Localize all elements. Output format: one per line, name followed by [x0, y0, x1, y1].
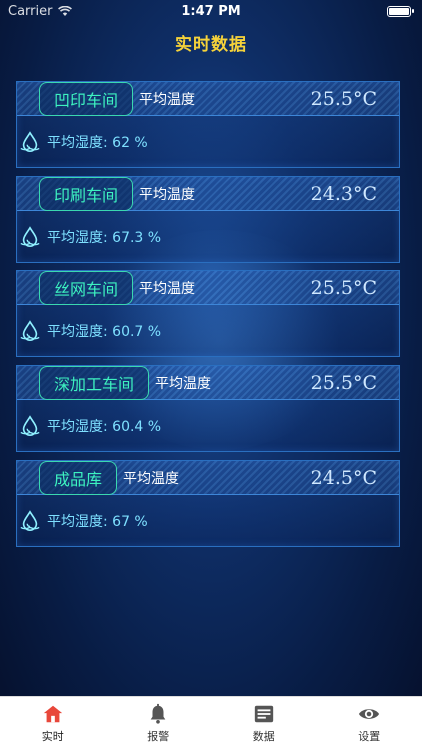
battery-icon — [387, 5, 414, 17]
status-bar: Carrier 1:47 PM — [0, 0, 422, 22]
card-body: 平均湿度: 62 % — [17, 116, 399, 167]
humidity-value: 平均湿度: 60.7 % — [47, 323, 162, 340]
humidity-value: 平均湿度: 62 % — [47, 134, 148, 151]
tab-label: 设置 — [358, 730, 381, 743]
temp-label: 平均温度 — [123, 470, 180, 487]
workshop-card[interactable]: 成品库 平均温度 24.5°C 平均湿度: 67 % — [16, 460, 400, 547]
temp-value: 25.5°C — [310, 87, 377, 110]
water-drop-icon — [20, 130, 40, 152]
workshop-card[interactable]: 深加工车间 平均温度 25.5°C 平均湿度: 60.4 % — [16, 365, 400, 452]
temp-label: 平均温度 — [139, 280, 196, 297]
tab-label: 数据 — [252, 730, 275, 743]
card-body: 平均湿度: 67.3 % — [17, 211, 399, 262]
temp-label: 平均温度 — [155, 375, 212, 392]
card-header: 凹印车间 平均温度 25.5°C — [17, 81, 399, 116]
temp-value: 25.5°C — [310, 371, 377, 394]
card-header: 深加工车间 平均温度 25.5°C — [17, 365, 399, 400]
tab-label: 实时 — [41, 730, 64, 743]
workshop-name: 丝网车间 — [39, 270, 134, 305]
workshop-card[interactable]: 印刷车间 平均温度 24.3°C 平均湿度: 67.3 % — [16, 176, 400, 263]
temp-label: 平均温度 — [139, 186, 196, 203]
temp-value: 24.5°C — [310, 466, 377, 489]
home-icon — [43, 705, 62, 723]
tab-bar: 实时 报警 数据 设置 — [0, 696, 422, 750]
workshop-card[interactable]: 丝网车间 平均温度 25.5°C 平均湿度: 60.7 % — [16, 270, 400, 357]
card-header: 丝网车间 平均温度 25.5°C — [17, 270, 399, 305]
water-drop-icon — [20, 509, 40, 531]
workshop-name: 成品库 — [39, 460, 118, 495]
tab-realtime[interactable]: 实时 — [0, 697, 106, 750]
card-body: 平均湿度: 60.7 % — [17, 305, 399, 356]
card-header: 成品库 平均温度 24.5°C — [17, 460, 399, 495]
tab-settings[interactable]: 设置 — [317, 697, 422, 750]
status-time: 1:47 PM — [181, 3, 241, 19]
workshop-name: 印刷车间 — [39, 176, 134, 211]
tab-data[interactable]: 数据 — [211, 697, 317, 750]
workshop-name: 深加工车间 — [39, 365, 150, 400]
eye-icon — [359, 709, 380, 719]
water-drop-icon — [20, 319, 40, 341]
card-body: 平均湿度: 67 % — [17, 495, 399, 546]
water-drop-icon — [20, 414, 40, 436]
workshop-name: 凹印车间 — [39, 81, 134, 116]
tab-label: 报警 — [147, 730, 170, 743]
temp-value: 25.5°C — [310, 276, 377, 299]
humidity-value: 平均湿度: 60.4 % — [47, 418, 162, 435]
humidity-value: 平均湿度: 67.3 % — [47, 229, 162, 246]
water-drop-icon — [20, 225, 40, 247]
humidity-value: 平均湿度: 67 % — [47, 513, 148, 530]
card-header: 印刷车间 平均温度 24.3°C — [17, 176, 399, 211]
temp-label: 平均温度 — [139, 91, 196, 108]
temp-value: 24.3°C — [310, 182, 377, 205]
bell-icon — [150, 703, 166, 724]
workshop-card[interactable]: 凹印车间 平均温度 25.5°C 平均湿度: 62 % — [16, 81, 400, 168]
card-body: 平均湿度: 60.4 % — [17, 400, 399, 451]
data-icon — [254, 705, 273, 723]
page-title: 实时数据 — [175, 35, 247, 55]
tab-alarm[interactable]: 报警 — [106, 697, 212, 750]
